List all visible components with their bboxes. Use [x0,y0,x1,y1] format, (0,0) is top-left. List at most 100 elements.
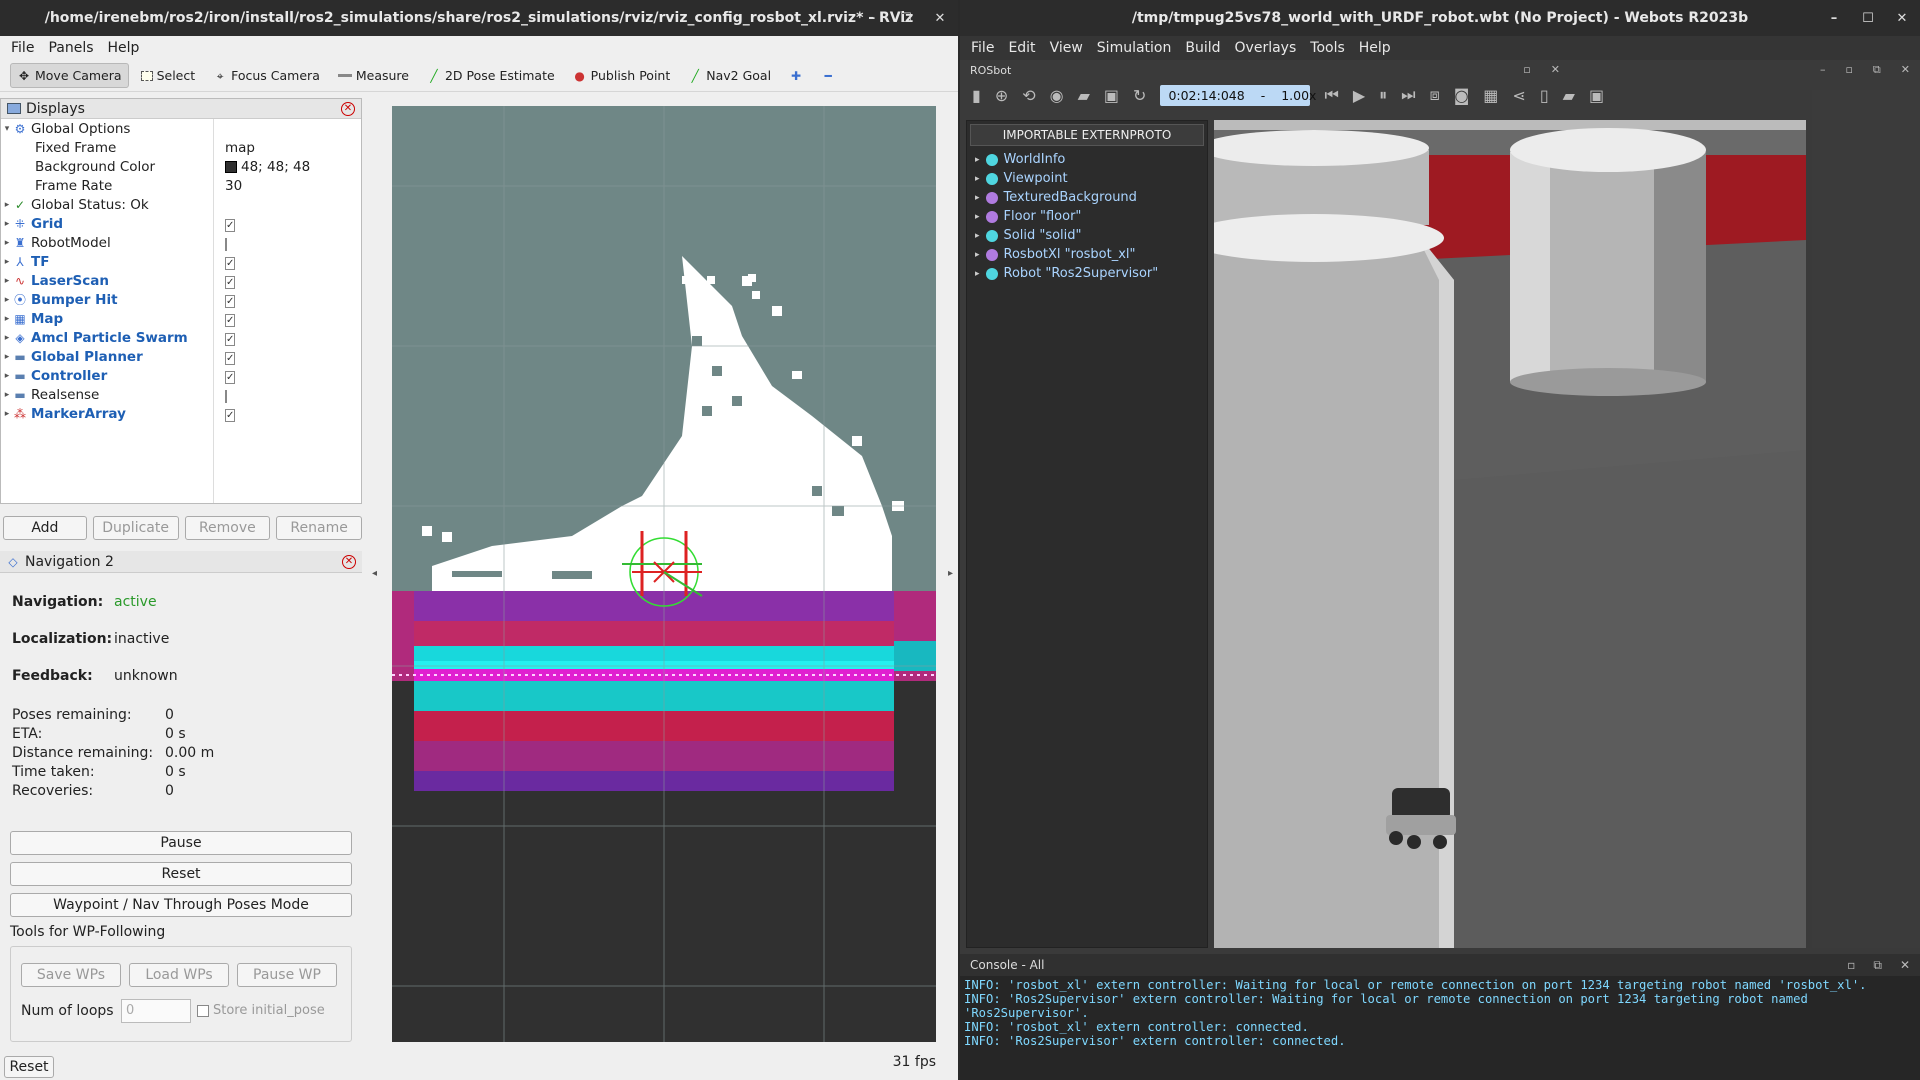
menu-tools[interactable]: Tools [1305,40,1350,56]
rviz-3d-viewport[interactable] [392,106,936,1042]
tree-row-display[interactable]: ▸ ▬ Realsense [1,385,361,404]
duplicate-button[interactable]: Duplicate [92,516,179,540]
reset-view-icon[interactable]: ⟲ [1022,86,1035,105]
share-icon[interactable]: ⋖ [1512,86,1525,105]
expand-down-icon[interactable]: ▾ [1,124,13,134]
expand-right-icon[interactable]: ▸ [975,174,980,184]
tree-row-display[interactable]: ▸ ∿ LaserScan ✓ [1,271,361,290]
maximize-icon[interactable]: ☐ [1858,11,1878,26]
pose-estimate-tool[interactable]: ╱ 2D Pose Estimate [421,64,561,87]
float-icon[interactable]: ▫ [1523,63,1530,77]
display-checkbox[interactable] [225,389,227,403]
collapse-left-icon[interactable]: ◂ [372,568,377,579]
importable-externproto-button[interactable]: IMPORTABLE EXTERNPROTO [970,124,1204,146]
pause-button[interactable]: Pause [10,831,352,855]
expand-right-icon[interactable]: ▸ [1,219,13,229]
maximize-icon[interactable]: ☐ [896,11,916,26]
remove-tool-button[interactable]: ━ [815,65,841,87]
scene-node-row[interactable]: ▸ Robot "Ros2Supervisor" [967,264,1207,283]
close-icon[interactable]: ✕ [1892,11,1912,26]
display-checkbox[interactable] [225,237,227,251]
add-button[interactable]: Add [3,516,87,540]
restore-icon[interactable]: ▫ [1847,958,1855,973]
close-small-icon[interactable]: ✕ [1551,63,1560,77]
open-world-icon[interactable]: ▰ [1078,86,1090,105]
expand-right-icon[interactable]: ▸ [1,200,13,210]
display-checkbox[interactable]: ✓ [225,370,236,384]
menu-file[interactable]: File [6,40,39,56]
display-checkbox[interactable]: ✓ [225,332,236,346]
expand-right-icon[interactable]: ▸ [1,314,13,324]
expand-right-icon[interactable]: ▸ [1,276,13,286]
store-initial-pose[interactable]: Store initial_pose [197,1003,325,1018]
eye-icon[interactable]: ◉ [1050,86,1064,105]
float-icon[interactable]: ⧉ [1873,958,1882,973]
save-wps-button[interactable]: Save WPs [21,963,121,987]
option-row[interactable]: Fixed Frame map [1,138,361,157]
close-displays-icon[interactable]: ✕ [341,101,355,116]
expand-right-icon[interactable]: ▸ [975,155,980,165]
add-tool-button[interactable]: ✚ [783,65,809,87]
option-row[interactable]: Background Color 48; 48; 48 [1,157,361,176]
minimize-icon[interactable]: – [1824,11,1844,26]
frame-rate-value[interactable]: 30 [213,178,242,194]
menu-overlays[interactable]: Overlays [1230,40,1302,56]
step-back-icon[interactable]: ⏮ [1324,85,1338,105]
expand-right-icon[interactable]: ▸ [975,231,980,241]
scene-node-row[interactable]: ▸ Solid "solid" [967,226,1207,245]
move-camera-tool[interactable]: ✥ Move Camera [10,63,129,88]
tree-row-display[interactable]: ▸ ⁂ MarkerArray ✓ [1,404,361,423]
expand-right-icon[interactable]: ▸ [975,193,980,203]
tree-row-display[interactable]: ▸ ▬ Global Planner ✓ [1,347,361,366]
display-checkbox[interactable]: ✓ [225,294,236,308]
remove-button[interactable]: Remove [184,516,271,540]
reset-nav-button[interactable]: Reset [10,862,352,886]
waypoint-mode-button[interactable]: Waypoint / Nav Through Poses Mode [10,893,352,917]
tree-row-display[interactable]: ▸ ♜ RobotModel [1,233,361,252]
expand-right-icon[interactable]: ▸ [1,333,13,343]
expand-right-icon[interactable]: ▸ [1,257,13,267]
minimize-small-icon[interactable]: – [1820,63,1826,77]
nav2-goal-tool[interactable]: ╱ Nav2 Goal [682,64,777,87]
tree-row-display[interactable]: ▸ ▦ Map ✓ [1,309,361,328]
webots-3d-view[interactable] [1214,120,1806,948]
menu-view[interactable]: View [1045,40,1088,56]
tree-row-global-options[interactable]: ▾ ⚙ Global Options [1,119,361,138]
rename-button[interactable]: Rename [276,516,362,540]
publish-point-tool[interactable]: ● Publish Point [567,64,677,87]
tree-row-display[interactable]: ▸ ⅄ TF ✓ [1,252,361,271]
expand-right-icon[interactable]: ▸ [975,212,980,222]
cube-icon[interactable]: ⧈ [1430,85,1440,105]
reload-world-icon[interactable]: ↻ [1133,86,1146,105]
menu-panels[interactable]: Panels [43,40,98,56]
load-wps-button[interactable]: Load WPs [129,963,229,987]
num-loops-input[interactable]: 0 [121,999,191,1023]
close-icon[interactable]: ✕ [930,11,950,26]
expand-right-icon[interactable]: ▸ [1,409,13,419]
fast-forward-icon[interactable]: ⏭ [1401,85,1415,105]
measure-tool[interactable]: Measure [332,64,415,87]
expand-right-icon[interactable]: ▸ [1,352,13,362]
close-navigation-icon[interactable]: ✕ [342,554,356,569]
tree-row-display[interactable]: ▸ ▬ Controller ✓ [1,366,361,385]
fixed-frame-value[interactable]: map [213,140,255,156]
close-console-icon[interactable]: ✕ [1900,958,1910,973]
option-row[interactable]: Frame Rate 30 [1,176,361,195]
toggle-scene-tree-icon[interactable]: ▮ [972,86,981,105]
record-icon[interactable]: ▦ [1483,86,1498,105]
tree-row-display[interactable]: ▸ ⁜ Grid ✓ [1,214,361,233]
pause-icon[interactable]: ⏸ [1379,85,1387,105]
display-checkbox[interactable]: ✓ [225,408,236,422]
display-checkbox[interactable]: ✓ [225,351,236,365]
scene-node-row[interactable]: ▸ WorldInfo [967,150,1207,169]
menu-file[interactable]: File [966,40,999,56]
store-initial-checkbox[interactable] [197,1004,209,1017]
display-checkbox[interactable]: ✓ [225,313,236,327]
menu-help[interactable]: Help [103,40,145,56]
add-node-icon[interactable]: ⊕ [995,86,1008,105]
play-icon[interactable]: ▶ [1353,86,1365,105]
menu-simulation[interactable]: Simulation [1092,40,1177,56]
menu-help[interactable]: Help [1354,40,1396,56]
focus-camera-tool[interactable]: ⌖ Focus Camera [207,64,326,87]
expand-right-icon[interactable]: ▸ [1,295,13,305]
